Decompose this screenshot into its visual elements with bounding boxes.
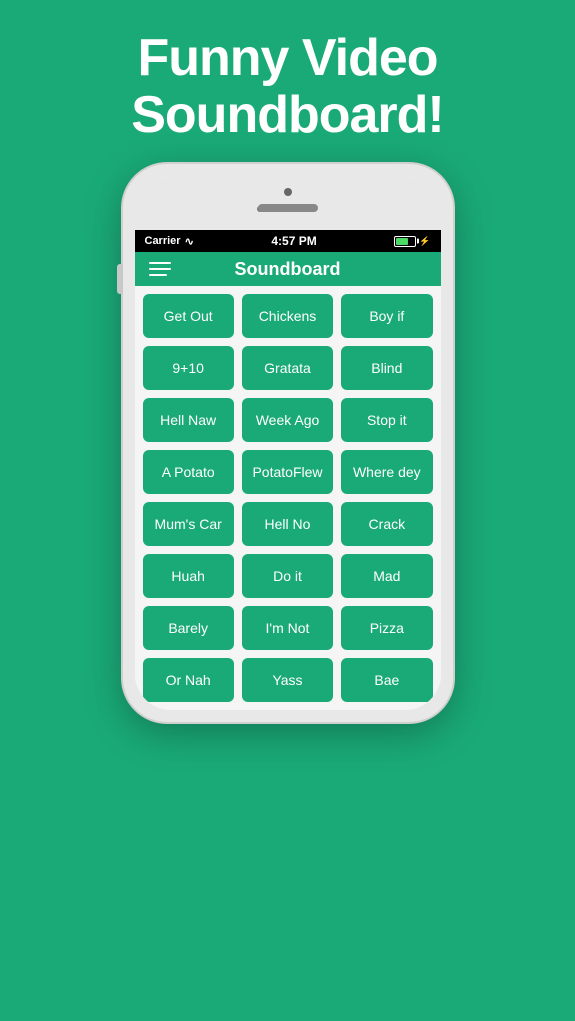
carrier-label: Carrier	[145, 235, 181, 247]
sound-button-a-potato[interactable]: A Potato	[143, 450, 234, 494]
sound-button-stop-it[interactable]: Stop it	[341, 398, 432, 442]
sound-button-mums-car[interactable]: Mum's Car	[143, 502, 234, 546]
sound-button-week-ago[interactable]: Week Ago	[242, 398, 333, 442]
sound-button-chickens[interactable]: Chickens	[242, 294, 333, 338]
sound-button-potatoflew[interactable]: PotatoFlew	[242, 450, 333, 494]
bolt-icon: ⚡	[419, 236, 430, 247]
camera-lens	[284, 188, 292, 196]
sound-button-910[interactable]: 9+10	[143, 346, 234, 390]
sound-button-or-nah[interactable]: Or Nah	[143, 658, 234, 702]
sound-button-blind[interactable]: Blind	[341, 346, 432, 390]
phone-mockup: Carrier ∿ 4:57 PM ⚡ Soundboar	[0, 164, 575, 722]
nav-title: Soundboard	[235, 259, 341, 280]
sound-button-do-it[interactable]: Do it	[242, 554, 333, 598]
soundboard-grid: Get OutChickensBoy if 9+10GratataBlind Hel…	[135, 286, 441, 710]
hamburger-line-3	[149, 274, 167, 276]
status-right: ⚡	[394, 236, 430, 247]
wifi-icon: ∿	[185, 235, 194, 248]
sound-button-huah[interactable]: Huah	[143, 554, 234, 598]
sound-button-bae[interactable]: Bae	[341, 658, 432, 702]
sound-button-barely[interactable]: Barely	[143, 606, 234, 650]
sound-button-im-not[interactable]: I'm Not	[242, 606, 333, 650]
phone-top-hardware	[135, 176, 441, 230]
sound-button-pizza[interactable]: Pizza	[341, 606, 432, 650]
status-left: Carrier ∿	[145, 235, 194, 248]
hamburger-line-1	[149, 262, 171, 264]
sound-button-where-dey[interactable]: Where dey	[341, 450, 432, 494]
header-title: Funny Video Soundboard!	[0, 0, 575, 164]
nav-bar: Soundboard	[135, 252, 441, 286]
sound-button-mad[interactable]: Mad	[341, 554, 432, 598]
sound-button-hell-naw[interactable]: Hell Naw	[143, 398, 234, 442]
sound-button-yass[interactable]: Yass	[242, 658, 333, 702]
sound-button-get-out[interactable]: Get Out	[143, 294, 234, 338]
status-bar: Carrier ∿ 4:57 PM ⚡	[135, 230, 441, 252]
phone-screen: Carrier ∿ 4:57 PM ⚡ Soundboar	[135, 176, 441, 710]
hamburger-menu[interactable]	[149, 262, 171, 276]
status-time: 4:57 PM	[271, 234, 316, 248]
sound-button-crack[interactable]: Crack	[341, 502, 432, 546]
hamburger-line-2	[149, 268, 171, 270]
phone-frame: Carrier ∿ 4:57 PM ⚡ Soundboar	[123, 164, 453, 722]
sound-button-hell-no[interactable]: Hell No	[242, 502, 333, 546]
speaker-grill	[258, 204, 318, 212]
sound-button-gratata[interactable]: Gratata	[242, 346, 333, 390]
battery-fill	[396, 238, 408, 245]
sound-button-boy-if[interactable]: Boy if	[341, 294, 432, 338]
battery-icon	[394, 236, 416, 247]
